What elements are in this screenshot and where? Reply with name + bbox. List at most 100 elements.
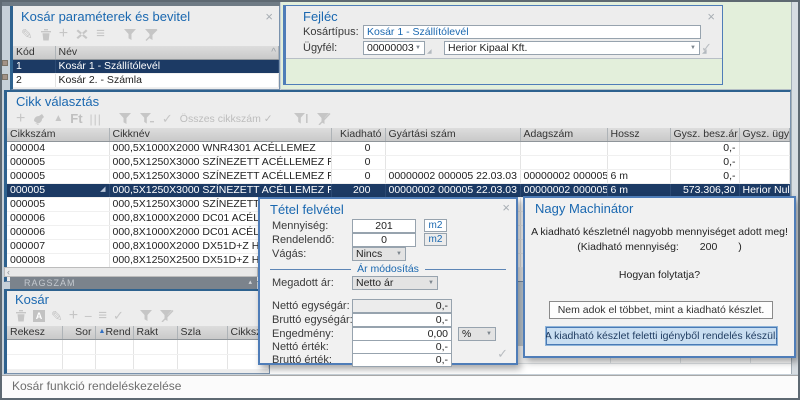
check-icon[interactable]: ✓ bbox=[113, 309, 124, 323]
close-icon[interactable]: × bbox=[265, 12, 273, 22]
column-header[interactable]: Gysz. besz.ár bbox=[670, 128, 739, 141]
gross-unit-label: Bruttó egységár: bbox=[272, 314, 353, 326]
gross-unit-input[interactable]: 0,- bbox=[352, 313, 452, 327]
menu-icon[interactable]: ≡ bbox=[96, 27, 105, 41]
filter-clear-icon[interactable] bbox=[316, 112, 331, 125]
add-icon[interactable]: + bbox=[16, 112, 25, 126]
basket-icon[interactable] bbox=[32, 113, 46, 125]
close-icon[interactable]: × bbox=[707, 12, 715, 22]
dialog-tetel-felvetel: Tétel felvétel × Mennyiség: 201 m2 Rende… bbox=[258, 197, 518, 365]
chevron-down-icon[interactable]: ▼ bbox=[690, 42, 696, 54]
scroll-left-icon[interactable]: ‹ bbox=[7, 267, 10, 277]
gross-total-label: Bruttó érték: bbox=[272, 354, 332, 366]
dialog-title: Tétel felvétel bbox=[270, 202, 344, 217]
table-row[interactable]: 000005◢ 000,5X1250X3000 SZÍNEZETT ACÉLLE… bbox=[7, 183, 790, 197]
basket-toolbar: A ✎ + − ≡ ✓ bbox=[15, 308, 174, 323]
cut-select[interactable]: Nincs ▼ bbox=[352, 247, 406, 261]
filter-icon[interactable] bbox=[139, 309, 153, 322]
delete-icon[interactable] bbox=[40, 28, 52, 41]
price-section-label: Ár módosítás bbox=[357, 263, 419, 275]
column-header[interactable]: Hossz bbox=[607, 128, 670, 141]
table-row[interactable]: 000005◢ 000,5X1250X3000 SZÍNEZETT ACÉLLE… bbox=[7, 155, 790, 169]
scroll-up-icon[interactable]: ^ bbox=[271, 47, 276, 58]
close-icon[interactable]: × bbox=[502, 203, 510, 213]
chevron-down-icon: ▼ bbox=[428, 277, 434, 289]
up-triangle-icon[interactable]: ▲ bbox=[53, 112, 63, 126]
table-row[interactable]: 000005◢ 000,5X1250X3000 SZÍNEZETT ACÉLLE… bbox=[7, 169, 790, 183]
column-header[interactable]: Szla bbox=[177, 326, 227, 339]
currency-ft-icon[interactable]: Ft bbox=[70, 111, 82, 126]
basket-type-label: Kosártípus: bbox=[303, 26, 359, 38]
delete-all-icon[interactable]: A bbox=[33, 310, 45, 322]
selected-row-marker: ◢ bbox=[100, 184, 105, 196]
quantity-unit: m2 bbox=[424, 219, 447, 232]
table-row[interactable]: 000004◢ 000,5X1000X2000 WNR4301 ACÉLLEME… bbox=[7, 141, 790, 155]
table-row[interactable] bbox=[7, 354, 269, 369]
collapse-triangle-icon[interactable]: ▴ bbox=[248, 277, 253, 289]
filter-edit-icon[interactable] bbox=[139, 112, 155, 125]
column-header[interactable]: Kiadható bbox=[331, 128, 385, 141]
menu-icon[interactable]: ≡ bbox=[98, 309, 107, 323]
column-header[interactable]: Név bbox=[55, 46, 279, 59]
no-oversell-button[interactable]: Nem adok el többet, mint a kiadható kész… bbox=[549, 301, 773, 319]
horizontal-scrollbar[interactable]: ‹ bbox=[4, 267, 258, 277]
filter-icon[interactable] bbox=[118, 112, 132, 125]
gross-total-input[interactable]: 0,- bbox=[352, 353, 452, 367]
add-icon[interactable]: + bbox=[59, 27, 68, 41]
column-header[interactable]: Cikkszám bbox=[7, 128, 109, 141]
add-icon[interactable]: + bbox=[69, 309, 78, 323]
customer-code-select[interactable]: 00000003 ▼ bbox=[363, 41, 425, 55]
collapsed-window-bar[interactable]: RAGSZÁM ▴ bbox=[10, 277, 257, 289]
given-price-select[interactable]: Netto ár ▼ bbox=[352, 276, 438, 290]
cut-label: Vágás: bbox=[272, 248, 306, 260]
confirm-check-icon[interactable]: ✓ bbox=[701, 40, 712, 56]
params-table: Kód Név 1Kosár 1 - Szállítólevél 2Kosár … bbox=[13, 46, 279, 88]
net-unit-input[interactable]: 0,- bbox=[352, 299, 452, 313]
given-price-label: Megadott ár: bbox=[272, 277, 334, 289]
filter-column-icon[interactable] bbox=[293, 112, 309, 125]
delete-icon[interactable] bbox=[15, 309, 27, 322]
make-order-button[interactable]: A kiadható készlet feletti igényből rend… bbox=[546, 327, 777, 345]
window-kosar-parameterek: Kosár paraméterek és bevitel × ✎ + ≡ Kód… bbox=[10, 5, 280, 90]
filter-clear-icon[interactable] bbox=[159, 309, 174, 322]
chevron-down-icon[interactable]: ▼ bbox=[415, 42, 421, 54]
discount-label: Engedmény: bbox=[272, 328, 334, 340]
confirm-check-icon[interactable]: ✓ bbox=[497, 346, 508, 362]
discount-input[interactable]: 0,00 bbox=[352, 327, 452, 341]
background-icon bbox=[2, 74, 8, 80]
check-icon[interactable]: ✓ bbox=[162, 112, 173, 126]
customer-name-select[interactable]: Herior Kipaal Kft. ▼ bbox=[444, 41, 700, 55]
edit-icon[interactable]: ✎ bbox=[51, 309, 63, 323]
basket-type-field[interactable]: Kosár 1 - Szállítólevél bbox=[363, 25, 701, 39]
remove-icon[interactable]: − bbox=[84, 309, 92, 323]
price-section-separator: Ár módosítás bbox=[270, 263, 506, 275]
column-header[interactable]: Kód bbox=[13, 46, 55, 59]
column-header[interactable]: Gyártási szám bbox=[385, 128, 520, 141]
filter-icon[interactable] bbox=[123, 28, 137, 41]
dialog-warning: Nagy Machinátor A kiadható készletnél na… bbox=[523, 196, 796, 358]
table-row[interactable]: 1Kosár 1 - Szállítólevél bbox=[13, 59, 279, 73]
filter-clear-icon[interactable] bbox=[144, 28, 158, 41]
status-bar: Kosár funkció rendeléskezelése bbox=[2, 375, 798, 398]
warning-question: Hogyan folytatja? bbox=[525, 269, 794, 281]
net-total-input[interactable]: 0,- bbox=[352, 340, 452, 354]
edit-icon[interactable]: ✎ bbox=[21, 27, 33, 41]
column-header[interactable]: Gysz. ügyfél bbox=[739, 128, 790, 141]
net-total-label: Nettó érték: bbox=[272, 341, 329, 353]
order-input[interactable]: 0 bbox=[352, 233, 416, 247]
grip-icon[interactable]: ◢ bbox=[427, 48, 432, 55]
columns-icon[interactable]: ||| bbox=[90, 112, 102, 126]
table-row[interactable]: 2Kosár 2. - Számla bbox=[13, 73, 279, 87]
customer-name-value: Herior Kipaal Kft. bbox=[448, 42, 527, 54]
column-header[interactable]: Adagszám bbox=[520, 128, 607, 141]
tools-icon[interactable] bbox=[75, 28, 89, 41]
column-header[interactable]: Sor bbox=[62, 326, 95, 339]
column-header[interactable]: ▲Rend bbox=[95, 326, 133, 339]
column-header[interactable]: Rakt bbox=[133, 326, 177, 339]
column-header[interactable]: Rekesz bbox=[7, 326, 62, 339]
column-header[interactable]: Cikknév bbox=[109, 128, 331, 141]
quantity-input[interactable]: 201 bbox=[352, 219, 416, 233]
discount-unit-select[interactable]: % ▼ bbox=[458, 327, 496, 341]
table-row[interactable] bbox=[7, 339, 269, 354]
all-items-label[interactable]: Összes cikkszám ✓ bbox=[180, 113, 273, 125]
